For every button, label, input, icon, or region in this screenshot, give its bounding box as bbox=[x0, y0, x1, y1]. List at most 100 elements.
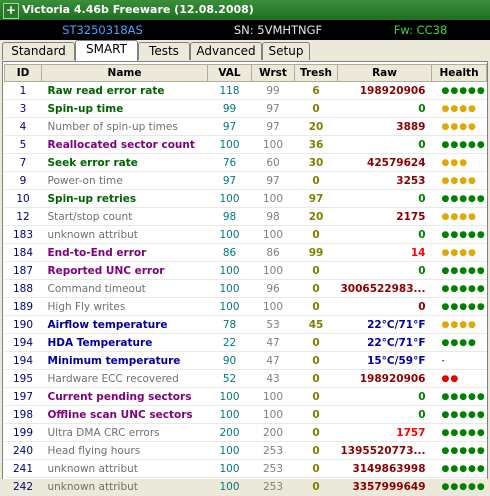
attribute-health: ●●●● bbox=[431, 171, 487, 190]
attribute-name: Number of spin-up times bbox=[41, 117, 208, 136]
attribute-id: 12 bbox=[4, 207, 42, 226]
plus-icon: + bbox=[3, 3, 19, 19]
attribute-raw: 2175 bbox=[337, 207, 432, 226]
attribute-threshold: 0 bbox=[294, 225, 338, 244]
column-header[interactable]: VAL bbox=[207, 64, 252, 82]
tab-standard[interactable]: Standard bbox=[2, 42, 75, 60]
table-row[interactable]: 188 Command timeout 100 96 0 3006522983... ●●●… bbox=[4, 279, 487, 298]
attribute-health: ●●●●● bbox=[431, 477, 487, 496]
attribute-threshold: 0 bbox=[294, 351, 338, 370]
attribute-id: 4 bbox=[4, 117, 42, 136]
attribute-threshold: 0 bbox=[294, 423, 338, 442]
table-row[interactable]: 5 Reallocated sector count 100 100 36 0 ●●●●● bbox=[4, 135, 487, 154]
attribute-health: ●●●● bbox=[431, 333, 487, 352]
table-row[interactable]: 4 Number of spin-up times 97 97 20 3889 ●●●● bbox=[4, 117, 487, 136]
table-row[interactable]: 240 Head flying hours 100 253 0 1395520773...… bbox=[4, 441, 487, 460]
table-row[interactable]: 198 Offline scan UNC sectors 100 100 0 0 ●●●●● bbox=[4, 405, 487, 424]
attribute-raw: 198920906 bbox=[337, 369, 432, 388]
table-row[interactable]: 187 Reported UNC error 100 100 0 0 ●●●●● bbox=[4, 261, 487, 280]
table-row[interactable]: 183 unknown attribut 100 100 0 0 ●●●●● bbox=[4, 225, 487, 244]
table-header: ID Name VAL Wrst Tresh Raw Health bbox=[4, 64, 487, 82]
table-row[interactable]: 190 Airflow temperature 78 53 45 22°C/71°F ●●●… bbox=[4, 315, 487, 334]
tab-tests[interactable]: Tests bbox=[138, 42, 190, 60]
table-row[interactable]: 197 Current pending sectors 100 100 0 0 ●●●●● bbox=[4, 387, 487, 406]
table-row[interactable]: 3 Spin-up time 99 97 0 0 ●●●● bbox=[4, 99, 487, 118]
table-row[interactable]: 184 End-to-End error 86 86 99 14 ●●●● bbox=[4, 243, 487, 262]
attribute-name: Spin-up retries bbox=[41, 189, 208, 208]
attribute-threshold: 97 bbox=[294, 189, 338, 208]
attribute-raw: 0 bbox=[337, 189, 432, 208]
attribute-id: 183 bbox=[4, 225, 42, 244]
attribute-value: 86 bbox=[207, 243, 252, 262]
attribute-raw: 0 bbox=[337, 297, 432, 316]
table-row[interactable]: 9 Power-on time 97 97 0 3253 ●●●● bbox=[4, 171, 487, 190]
attribute-raw: 0 bbox=[337, 135, 432, 154]
table-row[interactable]: 189 High Fly writes 100 100 0 0 ●●●●● bbox=[4, 297, 487, 316]
column-header[interactable]: Name bbox=[41, 64, 208, 82]
title-bar[interactable]: + Victoria 4.46b Freeware (12.08.2008) bbox=[0, 0, 490, 20]
attribute-name: Reported UNC error bbox=[41, 261, 208, 280]
attribute-worst: 100 bbox=[251, 297, 295, 316]
attribute-health: ●●●● bbox=[431, 243, 487, 262]
attribute-id: 198 bbox=[4, 405, 42, 424]
table-row[interactable]: 1 Raw read error rate 118 99 6 198920906 ●●●●● bbox=[4, 81, 487, 100]
attribute-value: 97 bbox=[207, 117, 252, 136]
drive-info-bar: ST3250318AS SN: 5VMHTNGF Fw: CC38 bbox=[0, 20, 490, 40]
attribute-health: ●●●●● bbox=[431, 423, 487, 442]
attribute-name: Start/stop count bbox=[41, 207, 208, 226]
table-row[interactable]: 195 Hardware ECC recovered 52 43 0 198920906 ●… bbox=[4, 369, 487, 388]
attribute-value: 98 bbox=[207, 207, 252, 226]
table-row[interactable]: 242 unknown attribut 100 253 0 3357999649 ●●●●… bbox=[4, 477, 487, 496]
column-header[interactable]: ID bbox=[4, 64, 42, 82]
attribute-value: 100 bbox=[207, 459, 252, 478]
attribute-value: 118 bbox=[207, 81, 252, 100]
drive-serial: SN: 5VMHTNGF bbox=[233, 23, 323, 37]
attribute-raw: 0 bbox=[337, 405, 432, 424]
attribute-health: ●●●●● bbox=[431, 387, 487, 406]
attribute-id: 240 bbox=[4, 441, 42, 460]
attribute-worst: 98 bbox=[251, 207, 295, 226]
table-row[interactable]: 241 unknown attribut 100 253 0 3149863998 ●●●●… bbox=[4, 459, 487, 478]
attribute-threshold: 0 bbox=[294, 387, 338, 406]
table-row[interactable]: 7 Seek error rate 76 60 30 42579624 ●●● bbox=[4, 153, 487, 172]
attribute-value: 100 bbox=[207, 405, 252, 424]
table-row[interactable]: 10 Spin-up retries 100 100 97 0 ●●●●● bbox=[4, 189, 487, 208]
table-row[interactable]: 194 Minimum temperature 90 47 0 15°C/59°F - bbox=[4, 351, 487, 370]
attribute-health: - bbox=[431, 351, 487, 370]
attribute-threshold: 20 bbox=[294, 117, 338, 136]
window-title: Victoria 4.46b Freeware (12.08.2008) bbox=[22, 3, 254, 16]
attribute-value: 100 bbox=[207, 387, 252, 406]
attribute-threshold: 0 bbox=[294, 459, 338, 478]
tab-smart[interactable]: SMART bbox=[75, 40, 138, 61]
tab-advanced[interactable]: Advanced bbox=[190, 42, 262, 60]
attribute-name: Airflow temperature bbox=[41, 315, 208, 334]
attribute-name: Raw read error rate bbox=[41, 81, 208, 100]
attribute-threshold: 0 bbox=[294, 99, 338, 118]
attribute-threshold: 0 bbox=[294, 261, 338, 280]
attribute-raw: 0 bbox=[337, 99, 432, 118]
table-row[interactable]: 194 HDA Temperature 22 47 0 22°C/71°F ●●●● bbox=[4, 333, 487, 352]
attribute-value: 100 bbox=[207, 279, 252, 298]
attribute-health: ●●●● bbox=[431, 207, 487, 226]
attribute-worst: 97 bbox=[251, 117, 295, 136]
attribute-value: 76 bbox=[207, 153, 252, 172]
column-header[interactable]: Health bbox=[431, 64, 487, 82]
attribute-raw: 3357999649 bbox=[337, 477, 432, 496]
column-header[interactable]: Wrst bbox=[251, 64, 295, 82]
attribute-health: ●●● bbox=[431, 153, 487, 172]
attribute-raw: 0 bbox=[337, 225, 432, 244]
attribute-threshold: 99 bbox=[294, 243, 338, 262]
attribute-health: ●●●●● bbox=[431, 189, 487, 208]
table-row[interactable]: 12 Start/stop count 98 98 20 2175 ●●●● bbox=[4, 207, 487, 226]
table-row[interactable]: 199 Ultra DMA CRC errors 200 200 0 1757 ●●●●● bbox=[4, 423, 487, 442]
attribute-id: 190 bbox=[4, 315, 42, 334]
attribute-worst: 47 bbox=[251, 351, 295, 370]
column-header[interactable]: Raw bbox=[337, 64, 432, 82]
column-header[interactable]: Tresh bbox=[294, 64, 338, 82]
tab-setup[interactable]: Setup bbox=[262, 42, 310, 60]
attribute-worst: 100 bbox=[251, 135, 295, 154]
attribute-worst: 97 bbox=[251, 99, 295, 118]
attribute-health: ●●●●● bbox=[431, 441, 487, 460]
attribute-name: End-to-End error bbox=[41, 243, 208, 262]
attribute-name: Minimum temperature bbox=[41, 351, 208, 370]
